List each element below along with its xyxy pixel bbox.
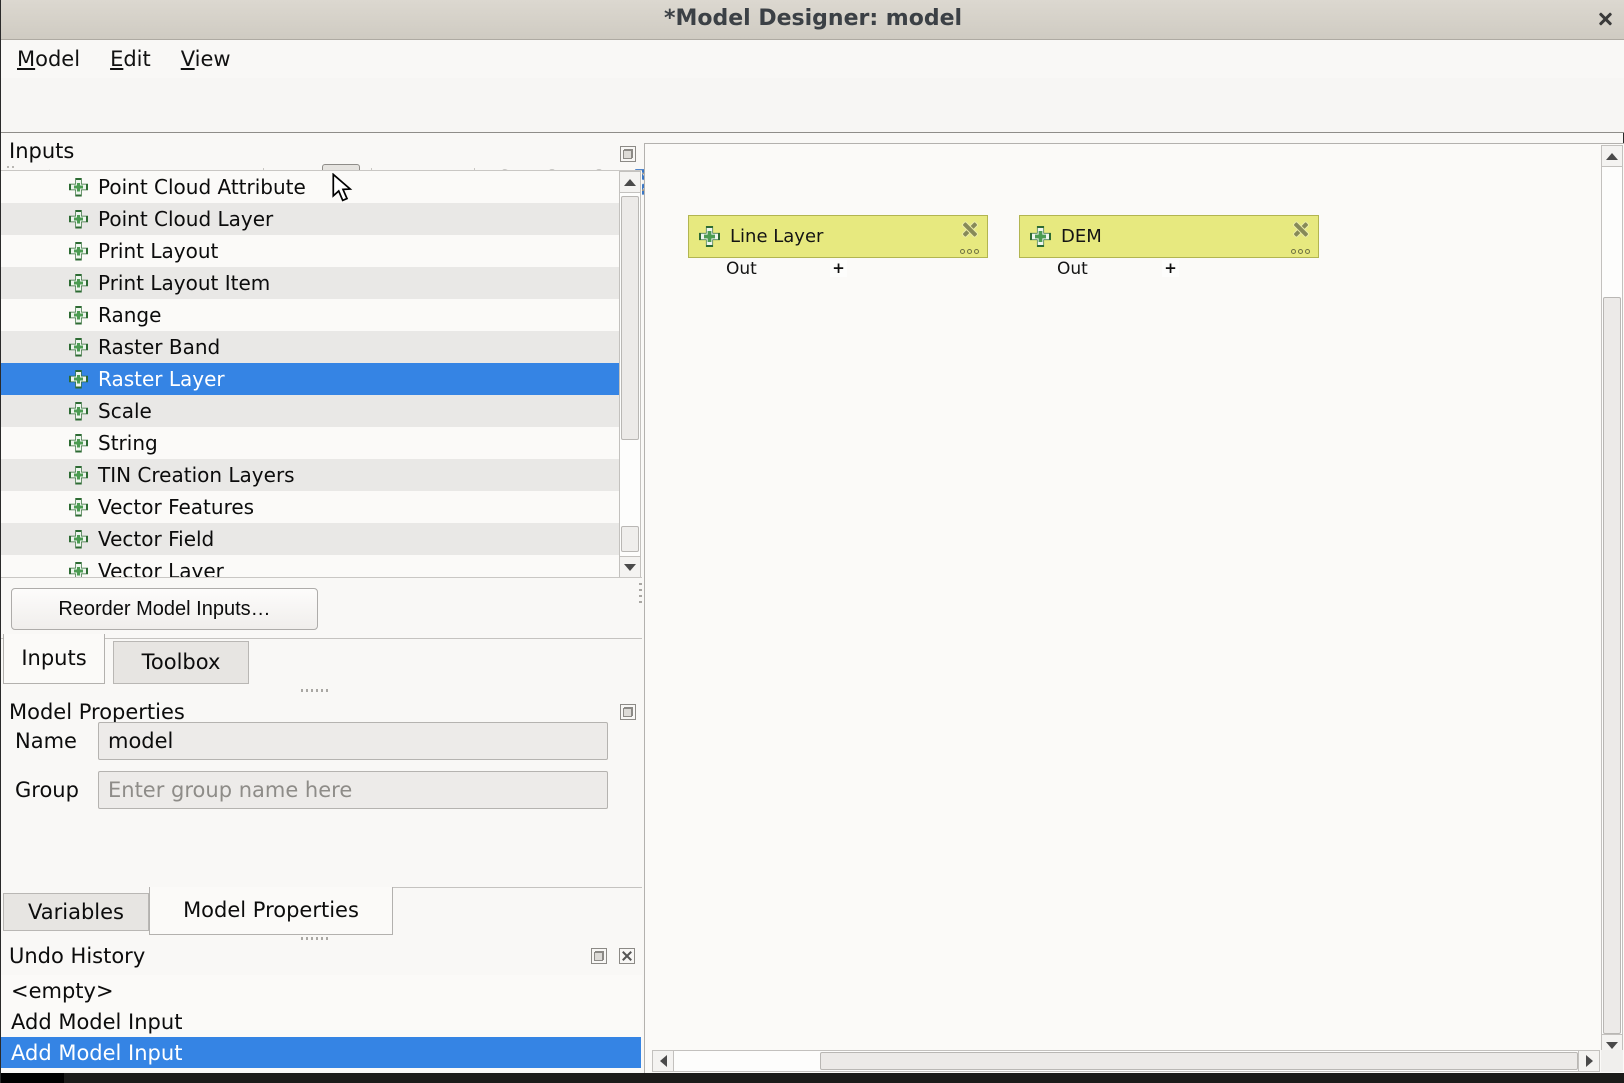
scroll-left-button[interactable] [653, 1051, 674, 1071]
add-input-icon [69, 434, 88, 453]
window-title: *Model Designer: model [664, 6, 962, 31]
model-designer-window: { "titlebar": { "title": "*Model Designe… [0, 0, 1624, 1083]
scroll-up-button[interactable] [620, 172, 640, 193]
model-name-input[interactable] [98, 722, 608, 760]
float-panel-button[interactable] [591, 948, 607, 964]
node-line-layer[interactable]: Line Layer [688, 215, 988, 258]
model-properties-title: Model Properties [9, 700, 185, 724]
vertical-splitter-handle[interactable] [639, 583, 642, 607]
add-input-icon [69, 530, 88, 549]
menu-model[interactable]: Model [17, 44, 94, 74]
undo-history-list: <empty> Add Model Input Add Model Input [1, 975, 642, 1071]
name-label: Name [15, 729, 77, 753]
splitter-handle[interactable] [301, 689, 331, 692]
add-input-icon [69, 466, 88, 485]
input-type-row[interactable]: Scale [1, 395, 620, 427]
expand-links-button[interactable]: + [1162, 260, 1179, 277]
input-type-row[interactable]: String [1, 427, 620, 459]
model-group-input[interactable] [98, 771, 608, 809]
input-type-row[interactable]: Vector Field [1, 523, 620, 555]
add-input-icon [69, 274, 88, 293]
group-label: Group [15, 778, 79, 802]
add-input-icon [69, 402, 88, 421]
scrollbar-thumb[interactable] [1603, 297, 1621, 1034]
scrollbar-thumb[interactable] [820, 1052, 1578, 1070]
close-window-icon[interactable] [1595, 9, 1615, 29]
node-out-label: Out [726, 259, 757, 279]
ellipsis-icon[interactable] [960, 249, 979, 254]
remove-component-icon[interactable] [961, 221, 978, 238]
tab-variables[interactable]: Variables [3, 893, 149, 931]
menubar: Model Edit View [1, 40, 1624, 78]
add-input-icon [69, 338, 88, 357]
toolbar: 1:1 [1, 78, 1624, 133]
down-arrow-icon [1606, 1042, 1618, 1049]
inputs-panel-title: Inputs [9, 139, 74, 163]
remove-component-icon[interactable] [1292, 221, 1309, 238]
up-arrow-icon [1606, 153, 1618, 160]
scrollbar-block [621, 526, 639, 552]
scrollbar-thumb[interactable] [621, 196, 639, 440]
titlebar[interactable]: *Model Designer: model [1, 0, 1624, 40]
ellipsis-icon[interactable] [1291, 249, 1310, 254]
right-arrow-icon [1586, 1055, 1593, 1067]
node-out-label: Out [1057, 259, 1088, 279]
window-bottom-edge [1, 1073, 1624, 1083]
add-input-icon [69, 562, 88, 579]
undo-history-title: Undo History [9, 944, 145, 968]
undo-history-item[interactable]: <empty> [1, 975, 641, 1006]
reorder-model-inputs-button[interactable]: Reorder Model Inputs… [11, 588, 318, 630]
node-title: Line Layer [730, 226, 823, 247]
canvas-hscrollbar[interactable] [652, 1050, 1600, 1072]
close-panel-button[interactable] [619, 948, 635, 964]
input-type-row[interactable]: TIN Creation Layers [1, 459, 620, 491]
input-type-row-selected[interactable]: Raster Layer [1, 363, 620, 395]
tabbar-line [393, 887, 642, 888]
input-type-row[interactable]: Vector Layer [1, 555, 620, 578]
undo-history-item[interactable]: Add Model Input [1, 1006, 641, 1037]
parameter-icon [1030, 226, 1051, 247]
left-arrow-icon [660, 1055, 667, 1067]
float-panel-button[interactable] [620, 146, 636, 162]
tab-model-properties[interactable]: Model Properties [149, 887, 393, 935]
menu-view[interactable]: View [181, 44, 245, 74]
inputs-scrollbar[interactable] [619, 171, 641, 578]
input-type-row[interactable]: Raster Band [1, 331, 620, 363]
scroll-down-button[interactable] [620, 556, 640, 577]
float-panel-button[interactable] [620, 704, 636, 720]
scroll-right-button[interactable] [1578, 1051, 1599, 1071]
down-arrow-icon [624, 564, 636, 571]
add-input-icon [69, 498, 88, 517]
input-type-row[interactable]: Print Layout [1, 235, 620, 267]
add-input-icon [69, 306, 88, 325]
menu-edit[interactable]: Edit [110, 44, 165, 74]
scrollbar-corner [1601, 1050, 1623, 1072]
tab-inputs[interactable]: Inputs [3, 634, 105, 684]
add-input-icon [69, 370, 88, 389]
parameter-icon [699, 226, 720, 247]
input-type-row[interactable]: Vector Features [1, 491, 620, 523]
expand-links-button[interactable]: + [830, 260, 847, 277]
splitter-handle[interactable] [301, 937, 331, 940]
node-title: DEM [1061, 226, 1102, 247]
undo-history-item-selected[interactable]: Add Model Input [1, 1037, 641, 1068]
add-input-icon [69, 210, 88, 229]
canvas-vscrollbar[interactable] [1601, 145, 1623, 1056]
input-type-row[interactable]: Range [1, 299, 620, 331]
scroll-up-button[interactable] [1602, 146, 1622, 167]
input-type-row[interactable]: Point Cloud Layer [1, 203, 620, 235]
up-arrow-icon [624, 179, 636, 186]
input-type-row[interactable]: Point Cloud Attribute [1, 171, 620, 203]
inputs-tree: Point Cloud Attribute Point Cloud Layer … [1, 170, 642, 578]
node-dem[interactable]: DEM [1019, 215, 1319, 258]
add-input-icon [69, 178, 88, 197]
model-canvas[interactable]: Line Layer Out + DEM Out + [644, 143, 1624, 1073]
input-type-row[interactable]: Print Layout Item [1, 267, 620, 299]
add-input-icon [69, 242, 88, 261]
tab-toolbox[interactable]: Toolbox [113, 641, 249, 684]
